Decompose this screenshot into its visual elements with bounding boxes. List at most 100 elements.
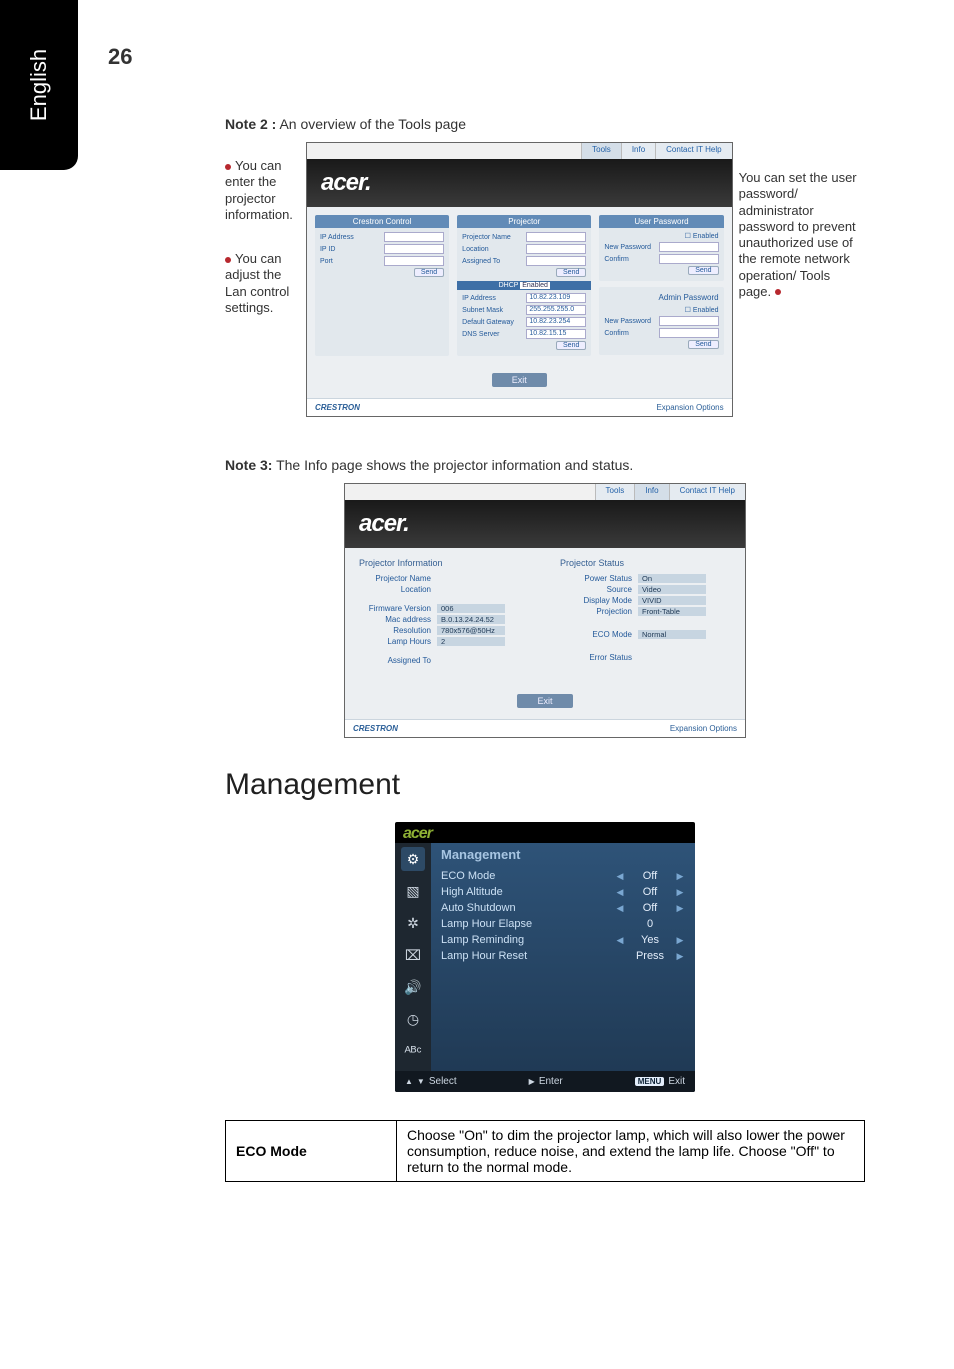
triangle-down-icon [417, 1076, 425, 1087]
admin-newpw-label: New Password [604, 318, 651, 325]
right-arrow-icon: ▶ [675, 903, 685, 914]
subnet-label: Subnet Mask [462, 307, 503, 314]
crestron-send-button[interactable]: Send [414, 268, 444, 277]
left-arrow-icon: ◀ [615, 871, 625, 882]
menu-item[interactable]: Lamp Hour Elapse0 [431, 916, 695, 932]
ps-source-label: Source [560, 585, 632, 594]
pi-resolution-label: Resolution [359, 626, 431, 635]
acer-menu-logo: acer [403, 825, 432, 842]
tools-tab[interactable]: Tools [581, 143, 621, 159]
settings-icon[interactable]: ✲ [401, 911, 425, 935]
assigned-to-input[interactable] [526, 256, 586, 266]
ps-projection-label: Projection [560, 607, 632, 616]
tools-exit-button[interactable]: Exit [492, 373, 547, 387]
info-exit-button[interactable]: Exit [517, 694, 572, 708]
calendar-icon[interactable]: ⌧ [401, 943, 425, 967]
dhcp-state: Enabled [520, 282, 550, 289]
menu-item[interactable]: High Altitude◀Off▶ [431, 884, 695, 900]
info-tools-tab[interactable]: Tools [595, 484, 635, 500]
admin-newpw-input[interactable] [659, 316, 719, 326]
management-icon[interactable]: ⚙ [401, 847, 425, 871]
ip-address-label: IP Address [320, 234, 354, 241]
user-send-button[interactable]: Send [688, 266, 718, 275]
ps-eco-label: ECO Mode [560, 630, 632, 639]
page-number: 26 [108, 44, 132, 70]
menu-item-label: Lamp Hour Elapse [441, 918, 615, 930]
dhcp-label: DHCP [499, 282, 519, 289]
projector-name-input[interactable] [526, 232, 586, 242]
user-confirm-input[interactable] [659, 254, 719, 264]
menu-item[interactable]: Lamp Reminding◀Yes▶ [431, 932, 695, 948]
exit-label: Exit [668, 1076, 685, 1087]
menu-item-value: Off [625, 870, 675, 882]
annotation-dot [225, 257, 231, 263]
eco-mode-table: ECO Mode Choose "On" to dim the projecto… [225, 1120, 865, 1182]
language-icon[interactable]: ᴬᴮᶜ [401, 1039, 425, 1063]
crestron-ip-address-input[interactable] [384, 232, 444, 242]
subnet-value: 255.255.255.0 [526, 305, 586, 315]
admin-password-title: Admin Password [604, 291, 718, 304]
user-newpw-input[interactable] [659, 242, 719, 252]
management-osd-menu: acer ⚙ ▧ ✲ ⌧ 🔊 ◷ ᴬᴮᶜ Management ECO Mode… [395, 822, 695, 1092]
menu-title: Management [431, 843, 695, 868]
triangle-right-icon [529, 1076, 535, 1087]
left-arrow-icon: ◀ [615, 935, 625, 946]
management-heading: Management [225, 768, 865, 802]
menu-item-label: ECO Mode [441, 870, 615, 882]
right-arrow-icon: ▶ [675, 935, 685, 946]
right-arrow-icon: ▶ [675, 887, 685, 898]
info-tab[interactable]: Info [621, 143, 655, 159]
contact-it-tab[interactable]: Contact IT Help [655, 143, 731, 159]
ps-projection-value: Front-Table [638, 607, 706, 616]
menu-item[interactable]: ECO Mode◀Off▶ [431, 868, 695, 884]
admin-enabled-checkbox[interactable]: ☐ Enabled [685, 306, 719, 314]
pi-firmware-value: 006 [437, 604, 505, 613]
projector-name-label: Projector Name [462, 234, 511, 241]
location-label: Location [462, 246, 488, 253]
admin-password-panel: Admin Password ☐ Enabled New Password Co… [599, 287, 723, 355]
pi-location-label: Location [359, 585, 431, 594]
annotation-dot [775, 289, 781, 295]
audio-icon[interactable]: 🔊 [401, 975, 425, 999]
pi-assigned-label: Assigned To [359, 656, 431, 665]
user-enabled-checkbox[interactable]: ☐ Enabled [685, 232, 719, 240]
annotation-left-1: You can enter the projector information. [225, 158, 306, 223]
table-row: ECO Mode Choose "On" to dim the projecto… [226, 1121, 865, 1182]
note3-title: Note 3: The Info page shows the projecto… [225, 457, 865, 473]
crestron-control-panel: Crestron Control IP Address IP ID Port S… [315, 215, 449, 356]
info-expansion-options-link[interactable]: Expansion Options [670, 724, 737, 733]
crestron-port-input[interactable] [384, 256, 444, 266]
menu-item-value: Off [625, 902, 675, 914]
enter-label: Enter [539, 1076, 563, 1087]
note3-bold: Note 3: [225, 457, 272, 473]
note2-rest: An overview of the Tools page [276, 116, 466, 132]
triangle-up-icon [405, 1076, 413, 1087]
admin-confirm-input[interactable] [659, 328, 719, 338]
gateway-value: 10.82.23.254 [526, 317, 586, 327]
menu-item[interactable]: Auto Shutdown◀Off▶ [431, 900, 695, 916]
menu-item-value: Off [625, 886, 675, 898]
gateway-label: Default Gateway [462, 319, 514, 326]
annotation-left-2-text: You can adjust the Lan control settings. [225, 251, 289, 315]
info-info-tab[interactable]: Info [634, 484, 668, 500]
ps-power-value: On [638, 574, 706, 583]
network-send-button[interactable]: Send [556, 341, 586, 350]
ip-id-label: IP ID [320, 246, 335, 253]
crestron-title: Crestron Control [315, 215, 449, 228]
menu-item[interactable]: Lamp Hour ResetPress▶ [431, 948, 695, 964]
location-input[interactable] [526, 244, 586, 254]
projector-send-button[interactable]: Send [556, 268, 586, 277]
tools-page-screenshot: Tools Info Contact IT Help acer Crestron… [306, 142, 733, 417]
timer-icon[interactable]: ◷ [401, 1007, 425, 1031]
expansion-options-link[interactable]: Expansion Options [656, 403, 723, 412]
admin-send-button[interactable]: Send [688, 340, 718, 349]
acer-logo: acer [359, 510, 409, 537]
annotation-dot [225, 164, 231, 170]
projector-info-column: Projector Information Projector Name Loc… [359, 558, 530, 667]
info-contact-tab[interactable]: Contact IT Help [669, 484, 745, 500]
crestron-ip-id-input[interactable] [384, 244, 444, 254]
eco-mode-description: Choose "On" to dim the projector lamp, w… [397, 1121, 865, 1182]
image-icon[interactable]: ▧ [401, 879, 425, 903]
pi-resolution-value: 780x576@50Hz [437, 626, 505, 635]
crestron-logo: CRESTRON [315, 403, 360, 412]
